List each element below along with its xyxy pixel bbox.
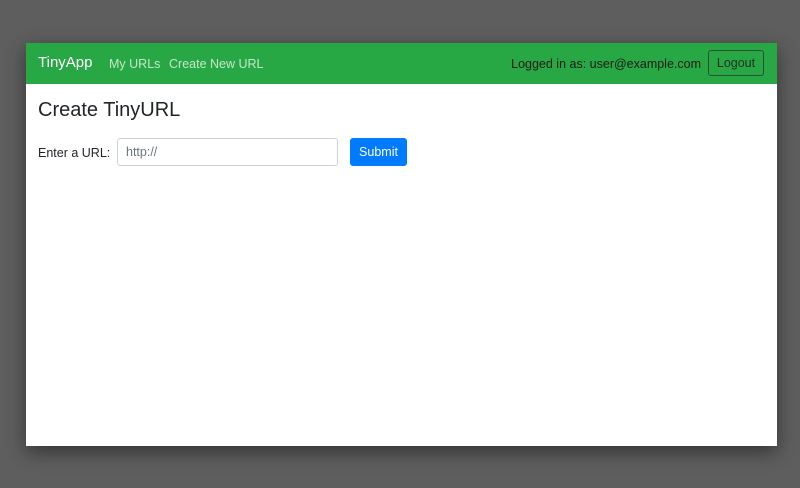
submit-button[interactable]: Submit bbox=[350, 138, 407, 166]
page-title: Create TinyURL bbox=[38, 99, 181, 121]
url-field-label: Enter a URL: bbox=[38, 146, 111, 160]
url-input[interactable] bbox=[117, 138, 338, 166]
login-status: Logged in as: user@example.com bbox=[511, 57, 701, 71]
browser-page: TinyApp My URLs Create New URL Logged in… bbox=[26, 43, 777, 446]
brand-link[interactable]: TinyApp bbox=[38, 54, 92, 72]
top-navbar: TinyApp My URLs Create New URL Logged in… bbox=[26, 43, 777, 84]
nav-link-my-urls[interactable]: My URLs bbox=[109, 56, 160, 72]
logout-button[interactable]: Logout bbox=[708, 50, 764, 76]
nav-link-create-new-url[interactable]: Create New URL bbox=[169, 56, 263, 72]
